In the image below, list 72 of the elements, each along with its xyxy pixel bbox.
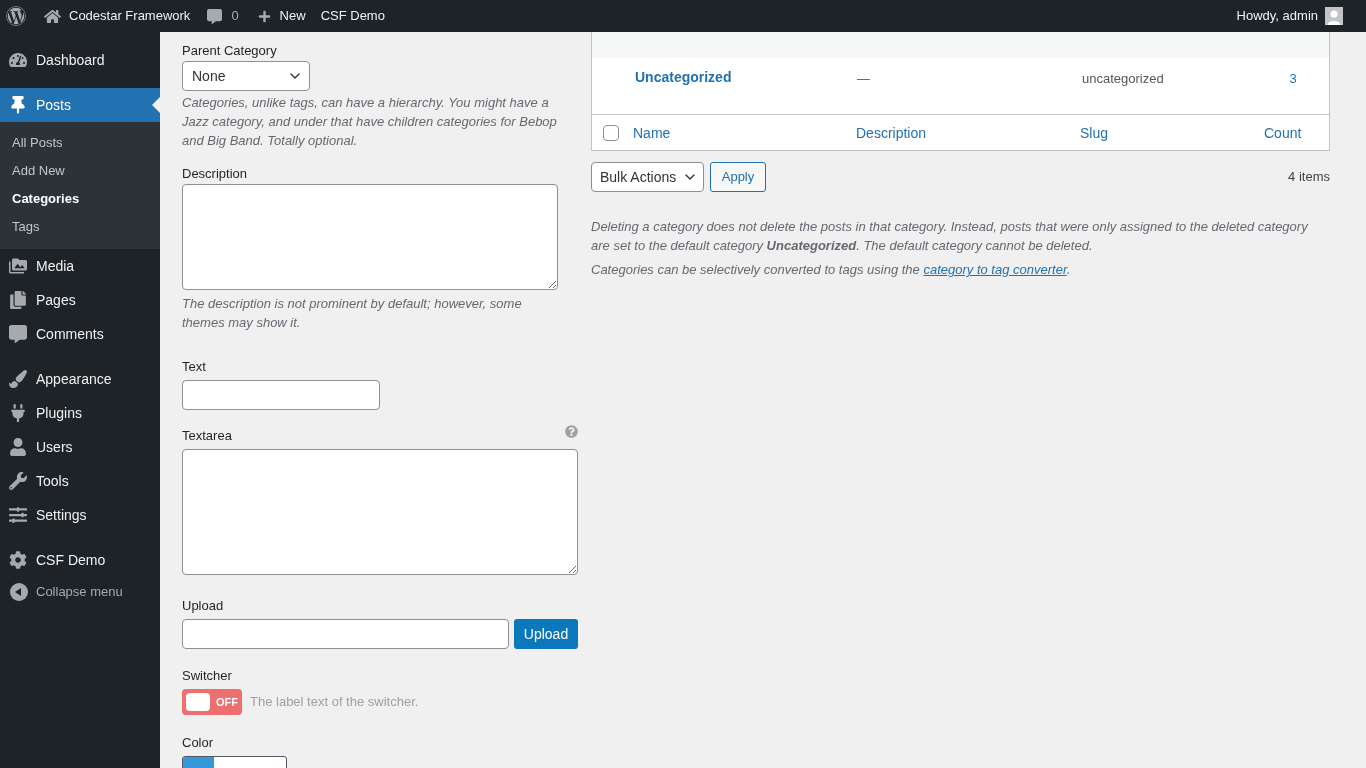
gauge-icon	[9, 51, 27, 69]
speech-bubble-icon	[207, 8, 223, 24]
apply-button[interactable]: Apply	[710, 162, 766, 192]
account-menu[interactable]: Howdy, admin	[1236, 6, 1343, 26]
note-text: Categories can be selectively converted to tags using the category to tag converter.	[591, 261, 1072, 279]
menu-item[interactable]: Pages	[0, 283, 160, 317]
description-field[interactable]	[182, 184, 558, 290]
select-all-checkbox[interactable]	[603, 124, 619, 141]
submenu-item[interactable]: All Posts	[0, 129, 160, 157]
field-label: Upload	[182, 597, 224, 615]
column-header-link[interactable]: Description	[856, 124, 927, 141]
menu-item[interactable]: Appearance	[0, 362, 160, 396]
pin-icon	[9, 96, 27, 114]
speech-bubble-icon	[9, 325, 27, 343]
converter-link[interactable]: category to tag converter	[923, 262, 1067, 277]
submenu-item[interactable]: Tags	[0, 213, 160, 241]
menu-item[interactable]: Dashboard	[0, 43, 160, 77]
submenu-item[interactable]: Add New	[0, 157, 160, 185]
site-name-link[interactable]: Codestar Framework	[44, 6, 191, 26]
person-icon	[9, 438, 27, 456]
toolbar-link[interactable]: CSF Demo	[320, 6, 385, 26]
avatar-icon	[1325, 7, 1343, 25]
comments-link[interactable]: 0	[207, 6, 239, 26]
field-label: Description	[182, 165, 249, 183]
table-cell: —	[857, 71, 870, 86]
help-text: The description is not prominent by default; however, some themes may show it.	[182, 295, 523, 332]
field-label: Switcher	[182, 667, 232, 685]
item-count: 4 items	[1288, 168, 1330, 187]
home-icon	[44, 8, 61, 24]
sliders-icon	[9, 506, 27, 524]
collapse-icon	[10, 583, 28, 601]
menu-item[interactable]: Tools	[0, 464, 160, 498]
gear-icon	[9, 551, 27, 569]
field-label: Color	[182, 734, 214, 752]
wrench-icon	[9, 472, 27, 490]
new-content-link[interactable]: New	[257, 6, 306, 26]
table-cell: uncategorized	[1082, 71, 1164, 86]
help-text: Categories, unlike tags, can have a hierarchy. You might have a Jazz category, and under that have children categories for Bebop and Big Band. Totally optional.	[182, 94, 558, 150]
text-field[interactable]	[182, 380, 380, 410]
field-label: Text	[182, 358, 206, 376]
column-header-link[interactable]: Name	[633, 124, 671, 141]
bulk-actions-select[interactable]: Bulk Actions	[591, 162, 704, 192]
upload-url-field[interactable]	[182, 619, 509, 649]
help-icon[interactable]	[565, 425, 578, 438]
plus-icon	[257, 9, 271, 23]
toggle-knob-icon	[186, 693, 210, 711]
upload-button[interactable]: Upload	[514, 619, 578, 649]
menu-item[interactable]: Posts	[0, 88, 160, 122]
category-name-link[interactable]: Uncategorized	[635, 69, 732, 85]
field-label: Textarea	[182, 427, 232, 445]
note-text: Deleting a category does not delete the posts in that category. Instead, posts that were only assigned to the deleted category are set to the default category Uncategorized. The default category cannot be deleted.	[591, 218, 1309, 255]
current-arrow-icon	[152, 97, 160, 113]
pages-icon	[9, 291, 27, 309]
field-label: Parent Category	[182, 42, 278, 60]
collapse-menu-button[interactable]: Collapse menu	[0, 577, 123, 607]
submenu-item[interactable]: Categories	[0, 185, 160, 213]
menu-item[interactable]: Plugins	[0, 396, 160, 430]
site-logo-icon[interactable]	[6, 6, 26, 26]
parent-category-select[interactable]: None	[182, 61, 310, 91]
images-icon	[9, 257, 27, 275]
menu-item[interactable]: Users	[0, 430, 160, 464]
menu-item[interactable]: CSF Demo	[0, 543, 160, 577]
column-header-link[interactable]: Slug	[1080, 124, 1109, 141]
column-header-link[interactable]: Count	[1264, 124, 1302, 141]
paintbrush-icon	[9, 370, 27, 388]
plug-icon	[9, 404, 27, 422]
post-number-link[interactable]: 3	[1289, 71, 1297, 86]
textarea-field[interactable]	[182, 449, 578, 575]
menu-item[interactable]: Media	[0, 249, 160, 283]
menu-item[interactable]: Comments	[0, 317, 160, 351]
menu-item[interactable]: Settings	[0, 498, 160, 532]
switcher-note: The label text of the switcher.	[250, 693, 419, 712]
